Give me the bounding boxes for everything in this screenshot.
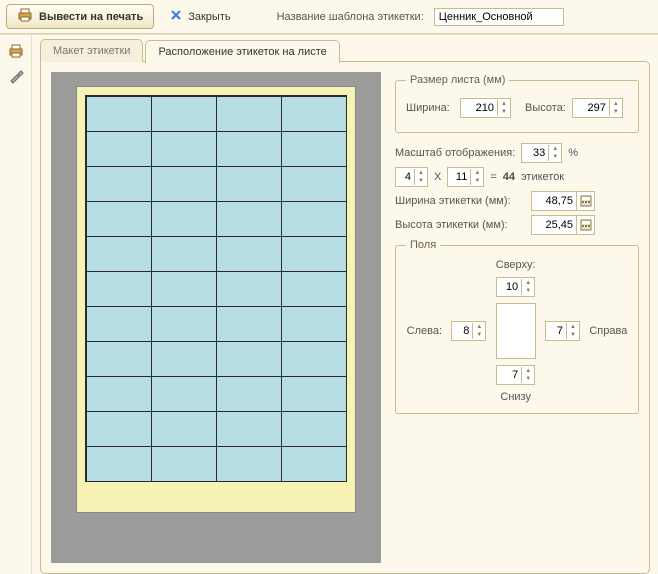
spin-down-icon[interactable]: ▼ — [415, 177, 427, 185]
print-label: Вывести на печать — [39, 11, 143, 23]
spin-up-icon[interactable]: ▲ — [522, 367, 534, 375]
close-button[interactable]: Закрыть — [164, 8, 236, 25]
margin-top-label: Сверху: — [496, 259, 536, 271]
equals-sign: = — [490, 171, 496, 183]
print-button[interactable]: Вывести на печать — [6, 4, 154, 29]
scale-input[interactable] — [522, 147, 548, 159]
tab-placement[interactable]: Расположение этикеток на листе — [145, 40, 339, 63]
spin-up-icon[interactable]: ▲ — [567, 323, 579, 331]
settings-panel: Размер листа (мм) Ширина: ▲▼ Высота: ▲▼ — [395, 72, 639, 563]
cols-input[interactable] — [396, 171, 414, 183]
margin-top-spinner[interactable]: ▲▼ — [496, 277, 535, 297]
spin-up-icon[interactable]: ▲ — [473, 323, 485, 331]
margin-bottom-spinner[interactable]: ▲▼ — [496, 365, 535, 385]
printer-icon — [17, 8, 33, 25]
margin-left-label: Слева: — [407, 325, 442, 337]
sheet-height-input[interactable] — [573, 102, 609, 114]
sheet-height-label: Высота: — [525, 102, 566, 114]
cols-spinner[interactable]: ▲▼ — [395, 167, 428, 187]
scale-label: Масштаб отображения: — [395, 147, 515, 159]
label-height-input[interactable] — [532, 219, 576, 231]
margin-diagram — [496, 303, 536, 359]
label-width-field[interactable] — [531, 191, 595, 211]
margin-left-spinner[interactable]: ▲▼ — [451, 321, 486, 341]
percent-sign: % — [568, 147, 578, 159]
margin-bottom-input[interactable] — [497, 369, 521, 381]
margin-right-input[interactable] — [546, 325, 566, 337]
margins-legend: Поля — [406, 239, 440, 251]
spin-down-icon[interactable]: ▼ — [549, 153, 561, 161]
sheet-width-spinner[interactable]: ▲▼ — [460, 98, 511, 118]
template-caption: Название шаблона этикетки: — [277, 11, 424, 23]
sheet-preview-background — [51, 72, 381, 563]
sheet-preview — [76, 86, 356, 513]
label-height-field[interactable] — [531, 215, 595, 235]
spin-down-icon[interactable]: ▼ — [471, 177, 483, 185]
margins-group: Поля Сверху: ▲▼ Слева: — [395, 239, 639, 414]
sheet-height-spinner[interactable]: ▲▼ — [572, 98, 623, 118]
spin-up-icon[interactable]: ▲ — [549, 145, 561, 153]
labels-grid-preview — [85, 95, 347, 482]
labels-total: 44 — [503, 171, 515, 183]
rows-spinner[interactable]: ▲▼ — [447, 167, 484, 187]
tabs: Макет этикетки Расположение этикеток на … — [40, 39, 650, 62]
spin-up-icon[interactable]: ▲ — [498, 100, 510, 108]
template-name-input[interactable] — [434, 8, 564, 26]
sheet-width-label: Ширина: — [406, 102, 454, 114]
calculator-icon[interactable] — [576, 192, 594, 210]
label-width-input[interactable] — [532, 195, 576, 207]
sheet-size-legend: Размер листа (мм) — [406, 74, 509, 86]
spin-up-icon[interactable]: ▲ — [610, 100, 622, 108]
main-toolbar: Вывести на печать Закрыть Название шабло… — [0, 0, 658, 34]
spin-up-icon[interactable]: ▲ — [415, 169, 427, 177]
margin-right-label: Справа — [589, 325, 627, 337]
spin-down-icon[interactable]: ▼ — [522, 287, 534, 295]
tab-panel: Размер листа (мм) Ширина: ▲▼ Высота: ▲▼ — [40, 61, 650, 574]
tab-layout[interactable]: Макет этикетки — [40, 39, 143, 62]
spin-down-icon[interactable]: ▼ — [610, 108, 622, 116]
margin-left-input[interactable] — [452, 325, 472, 337]
margin-right-spinner[interactable]: ▲▼ — [545, 321, 580, 341]
multiply-sign: X — [434, 171, 441, 183]
spin-down-icon[interactable]: ▼ — [522, 375, 534, 383]
calculator-icon[interactable] — [576, 216, 594, 234]
sidebar-tools-icon[interactable] — [5, 67, 27, 87]
labels-unit: этикеток — [521, 171, 564, 183]
spin-down-icon[interactable]: ▼ — [473, 331, 485, 339]
spin-up-icon[interactable]: ▲ — [522, 279, 534, 287]
label-height-caption: Высота этикетки (мм): — [395, 219, 525, 231]
sheet-width-input[interactable] — [461, 102, 497, 114]
spin-up-icon[interactable]: ▲ — [471, 169, 483, 177]
label-width-caption: Ширина этикетки (мм): — [395, 195, 525, 207]
spin-down-icon[interactable]: ▼ — [498, 108, 510, 116]
margin-bottom-label: Снизу — [500, 391, 531, 403]
scale-spinner[interactable]: ▲▼ — [521, 143, 562, 163]
close-icon — [170, 9, 182, 24]
sheet-size-group: Размер листа (мм) Ширина: ▲▼ Высота: ▲▼ — [395, 74, 639, 133]
spin-down-icon[interactable]: ▼ — [567, 331, 579, 339]
close-label: Закрыть — [188, 11, 230, 23]
left-sidebar — [0, 35, 32, 574]
sidebar-print-icon[interactable] — [5, 41, 27, 61]
rows-input[interactable] — [448, 171, 470, 183]
margin-top-input[interactable] — [497, 281, 521, 293]
